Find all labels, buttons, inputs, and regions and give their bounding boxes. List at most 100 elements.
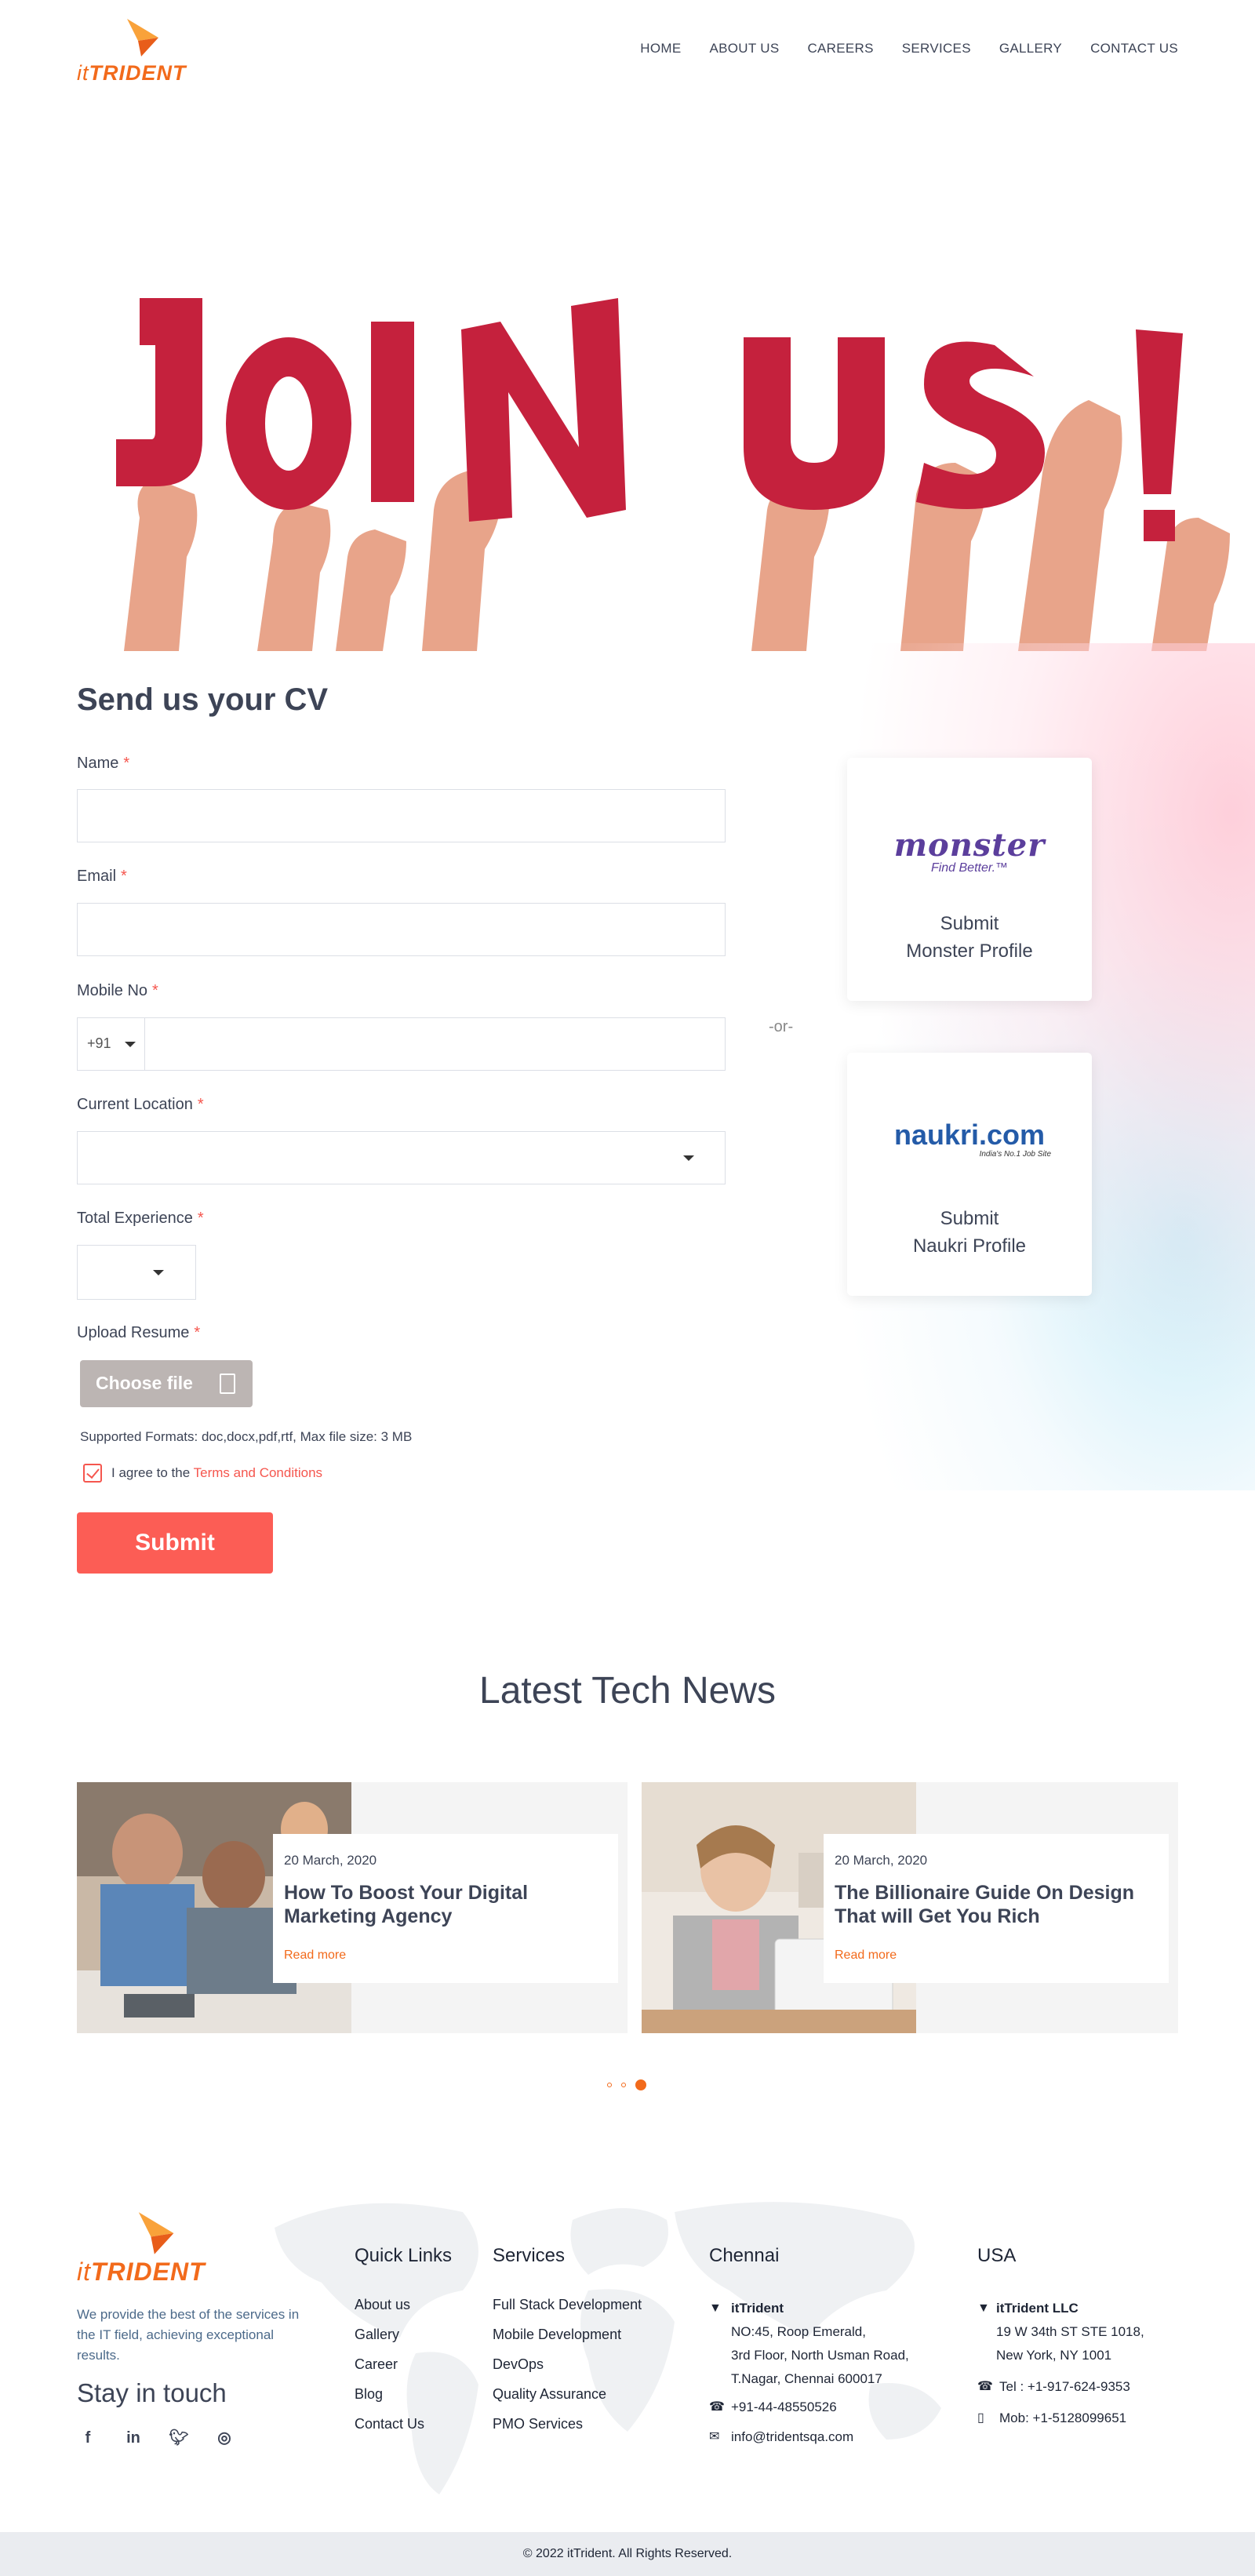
country-code-value: +91 <box>87 1035 111 1051</box>
footer-service-pmo[interactable]: PMO Services <box>493 2416 642 2432</box>
footer-link-gallery[interactable]: Gallery <box>355 2327 424 2343</box>
required-mark: * <box>121 868 127 885</box>
supported-formats: Supported Formats: doc,docx,pdf,rtf, Max… <box>80 1429 413 1444</box>
chennai-email[interactable]: ✉ info@tridentsqa.com <box>709 2425 960 2449</box>
main-nav: HOME ABOUT US CAREERS SERVICES GALLERY C… <box>640 41 1178 56</box>
footer-service-devops[interactable]: DevOps <box>493 2356 642 2373</box>
footer-service-qa[interactable]: Quality Assurance <box>493 2386 642 2403</box>
footer-link-blog[interactable]: Blog <box>355 2386 424 2403</box>
footer-link-contact[interactable]: Contact Us <box>355 2416 424 2432</box>
chevron-down-icon <box>125 1042 136 1047</box>
footer-link-career[interactable]: Career <box>355 2356 424 2373</box>
trident-logo-icon <box>138 2212 174 2254</box>
terms-checkbox[interactable] <box>83 1464 102 1483</box>
news-headline[interactable]: The Billionaire Guide On Design That wil… <box>835 1881 1158 1928</box>
footer-link-about[interactable]: About us <box>355 2297 424 2313</box>
read-more-link[interactable]: Read more <box>284 1948 607 1963</box>
twitter-icon[interactable]: 🐦︎ <box>168 2427 190 2449</box>
usa-mobile[interactable]: ▯ Mob: +1-5128099651 <box>977 2407 1189 2430</box>
footer-service-fullstack[interactable]: Full Stack Development <box>493 2297 642 2313</box>
logo-name: TRIDENT <box>91 2258 206 2286</box>
join-us-hero-image <box>77 259 1253 651</box>
usa-tel[interactable]: ☎ Tel : +1-917-624-9353 <box>977 2375 1189 2399</box>
carousel-dot-active[interactable] <box>635 2079 646 2090</box>
usa-address: ▼ itTrident LLC 19 W 34th ST STE 1018, N… <box>977 2297 1189 2430</box>
required-mark: * <box>197 1096 204 1113</box>
nav-home[interactable]: HOME <box>640 41 681 56</box>
news-body: 20 March, 2020 The Billionaire Guide On … <box>824 1834 1169 1983</box>
naukri-card[interactable]: naukri.com India's No.1 Job Site Submit … <box>847 1053 1092 1296</box>
phone-icon: ☎ <box>977 2380 993 2393</box>
phone-icon: ☎ <box>709 2400 725 2414</box>
facebook-icon[interactable]: f <box>77 2427 99 2449</box>
linkedin-icon[interactable]: in <box>122 2427 144 2449</box>
page: itTRIDENT HOME ABOUT US CAREERS SERVICES… <box>0 0 1255 2576</box>
logo-prefix: it <box>77 2258 91 2286</box>
footer-logo[interactable]: itTRIDENT <box>77 2210 242 2289</box>
chennai-phone[interactable]: ☎ +91-44-48550526 <box>709 2396 960 2419</box>
quick-links: About us Gallery Career Blog Contact Us <box>355 2297 424 2446</box>
naukri-card-label: Submit Naukri Profile <box>912 1208 1027 1257</box>
experience-select[interactable] <box>77 1245 196 1300</box>
news-card[interactable]: 20 March, 2020 How To Boost Your Digital… <box>77 1782 628 2033</box>
location-pin-icon: ▼ <box>977 2301 990 2315</box>
mobile-input[interactable]: +91 <box>77 1017 726 1071</box>
chevron-down-icon <box>153 1270 164 1275</box>
news-headline[interactable]: How To Boost Your Digital Marketing Agen… <box>284 1881 607 1928</box>
or-divider: -or- <box>769 1018 794 1035</box>
site-footer: itTRIDENT We provide the best of the ser… <box>0 2165 1255 2534</box>
form-title: Send us your CV <box>77 682 329 717</box>
nav-gallery[interactable]: GALLERY <box>999 41 1062 56</box>
news-body: 20 March, 2020 How To Boost Your Digital… <box>273 1834 618 1983</box>
chennai-title: Chennai <box>709 2245 780 2266</box>
carousel-dots <box>607 2079 654 2091</box>
agree-text: I agree to the <box>111 1465 191 1480</box>
nav-about-us[interactable]: ABOUT US <box>709 41 779 56</box>
nav-services[interactable]: SERVICES <box>902 41 971 56</box>
name-label: Name * <box>77 755 130 772</box>
location-label: Current Location * <box>77 1096 204 1113</box>
copyright-bar: © 2022 itTrident. All Rights Reserved. <box>0 2532 1255 2576</box>
chevron-down-icon <box>683 1155 694 1161</box>
naukri-tagline: India's No.1 Job Site <box>979 1150 1051 1159</box>
instagram-icon[interactable]: ◎ <box>213 2427 235 2449</box>
choose-file-button[interactable]: Choose file <box>80 1360 253 1407</box>
services-links: Full Stack Development Mobile Developmen… <box>493 2297 642 2446</box>
hero-illustration <box>116 298 1230 651</box>
news-date: 20 March, 2020 <box>284 1853 377 1868</box>
choose-file-label: Choose file <box>96 1373 193 1393</box>
mobile-icon: ▯ <box>977 2411 984 2425</box>
name-input[interactable] <box>77 789 726 842</box>
monster-tagline: Find Better.™ <box>930 861 1009 875</box>
experience-label: Total Experience * <box>77 1210 204 1227</box>
site-logo[interactable]: itTRIDENT <box>77 17 210 85</box>
required-mark: * <box>194 1324 201 1341</box>
logo-prefix: it <box>77 61 89 85</box>
submit-button[interactable]: Submit <box>77 1512 273 1574</box>
location-pin-icon: ▼ <box>709 2301 722 2315</box>
social-links: f in 🐦︎ ◎ <box>77 2427 235 2449</box>
required-mark: * <box>123 755 130 772</box>
naukri-logo: naukri.com <box>893 1119 1046 1151</box>
nav-careers[interactable]: CAREERS <box>807 41 873 56</box>
chennai-address: ▼ itTrident NO:45, Roop Emerald, 3rd Flo… <box>709 2297 960 2449</box>
footer-service-mobile[interactable]: Mobile Development <box>493 2327 642 2343</box>
terms-link[interactable]: Terms and Conditions <box>194 1465 322 1480</box>
monster-card[interactable]: monster Find Better.™ Submit Monster Pro… <box>847 758 1092 1001</box>
carousel-dot[interactable] <box>621 2083 626 2087</box>
news-card[interactable]: 20 March, 2020 The Billionaire Guide On … <box>642 1782 1178 2033</box>
mail-icon: ✉ <box>709 2430 720 2443</box>
read-more-link[interactable]: Read more <box>835 1948 1158 1963</box>
country-code-select[interactable]: +91 <box>78 1018 145 1070</box>
trident-logo-icon <box>127 19 158 56</box>
email-input[interactable] <box>77 903 726 956</box>
logo-name: TRIDENT <box>89 61 187 85</box>
mobile-label: Mobile No * <box>77 982 158 999</box>
news-date: 20 March, 2020 <box>835 1853 928 1868</box>
required-mark: * <box>197 1210 204 1227</box>
email-label: Email * <box>77 868 127 885</box>
location-select[interactable] <box>77 1131 726 1184</box>
carousel-dot[interactable] <box>607 2083 612 2087</box>
hero-letters <box>116 298 1183 541</box>
nav-contact-us[interactable]: CONTACT US <box>1090 41 1178 56</box>
